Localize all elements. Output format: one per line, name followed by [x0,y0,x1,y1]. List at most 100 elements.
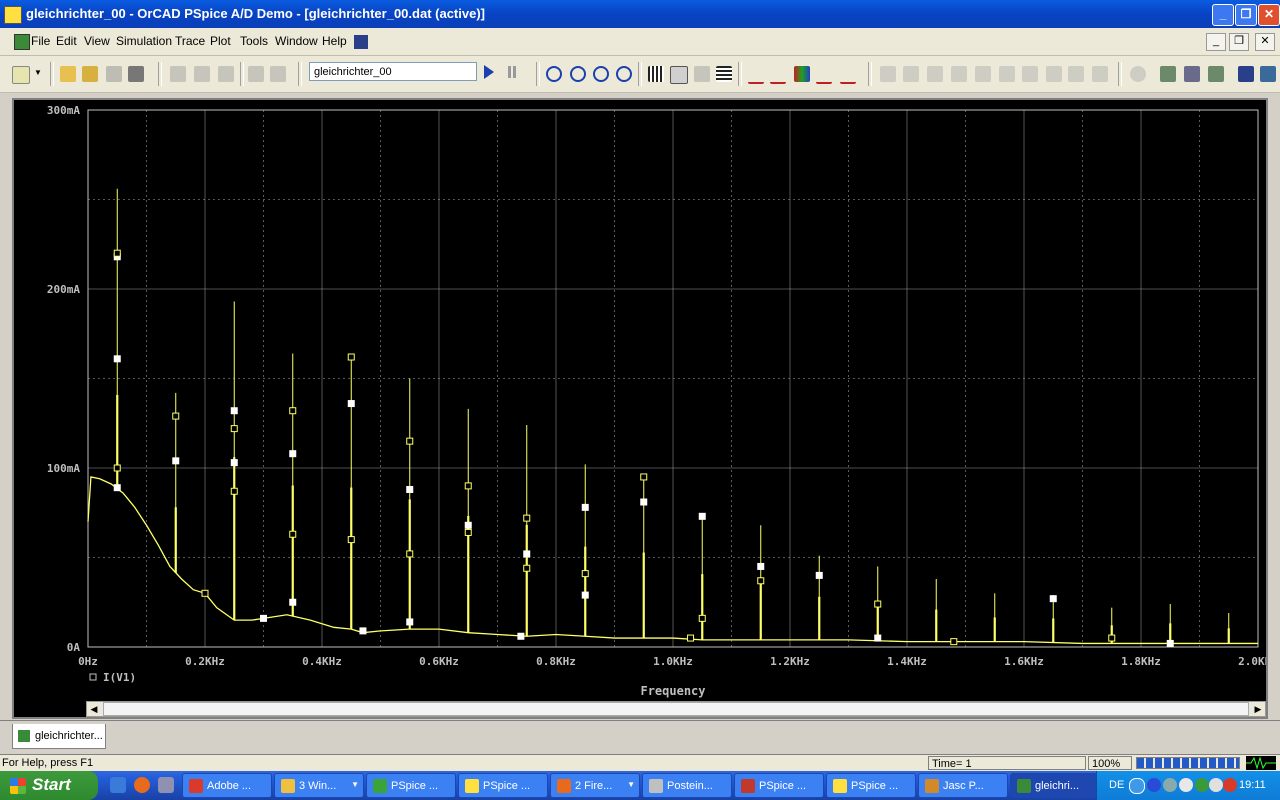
menu-simulation[interactable]: Simulation [116,34,172,48]
show-desktop-icon[interactable] [110,777,126,793]
axis-settings-icon[interactable] [648,66,664,82]
taskbar-button[interactable]: PSpice ... [366,773,456,798]
trace-marker [406,550,414,558]
security-icon[interactable] [1195,778,1209,792]
zoom-fit-icon[interactable] [616,66,632,82]
maximize-button[interactable]: ❐ [1235,4,1257,26]
menu-help[interactable]: Help [322,34,347,48]
fft-icon[interactable] [670,66,688,84]
cursor-peak-icon[interactable] [880,66,896,82]
menu-file[interactable]: File [31,34,50,48]
view-output-icon[interactable] [1260,66,1276,82]
quicklaunch-app-icon[interactable] [158,777,174,793]
taskbar-button[interactable]: 3 Win... ▼ [274,773,364,798]
copy-icon[interactable] [194,66,210,82]
volume-icon[interactable] [1179,778,1193,792]
menu-trace[interactable]: Trace [175,34,205,48]
scroll-left-icon[interactable]: ◀ [87,702,101,716]
pause-icon[interactable] [508,66,511,78]
probe-plot[interactable]: 0A 100mA 200mA 300mA 0Hz 0.2KHz 0.4KHz 0.6KHz 0.… [14,100,1266,700]
menu-bar: File Edit View Simulation Trace Plot Too… [0,28,1280,56]
trace-marker [172,412,180,420]
run-icon[interactable] [484,65,494,79]
marker-current-icon[interactable] [1208,66,1224,82]
cut-icon[interactable] [170,66,186,82]
pspice-icon [465,779,479,793]
mdi-restore-button[interactable]: ❐ [1229,33,1249,51]
redo-icon[interactable] [270,66,286,82]
taskbar-button[interactable]: 2 Fire... ▼ [550,773,640,798]
taskbar-button[interactable]: PSpice ... [826,773,916,798]
tab-gleichrichter[interactable]: gleichrichter... [12,724,106,749]
help-context-icon[interactable] [354,35,368,49]
eval-measurement-icon[interactable] [770,66,786,84]
wifi-icon[interactable] [1209,778,1223,792]
cursor-label-icon[interactable] [1068,66,1084,82]
open-folder-icon[interactable] [82,66,98,82]
taskbar-button[interactable]: gleichri... [1010,773,1100,798]
scroll-right-icon[interactable]: ▶ [1251,702,1265,716]
cursor-trough-icon[interactable] [903,66,919,82]
cursor-point-icon[interactable] [999,66,1015,82]
cursor-min-icon[interactable] [951,66,967,82]
menu-window[interactable]: Window [275,34,318,48]
simulation-settings-icon[interactable] [1238,66,1254,82]
clock[interactable]: 19:11 [1239,779,1266,791]
menu-edit[interactable]: Edit [56,34,77,48]
pspice-app-icon[interactable] [4,6,22,24]
cursor-next-icon[interactable] [1046,66,1062,82]
paste-icon[interactable] [218,66,234,82]
mark-label-icon[interactable] [1092,66,1108,82]
cursor-max-icon[interactable] [975,66,991,82]
new-icon[interactable] [12,66,30,84]
zoom-area-icon[interactable] [593,66,609,82]
save-icon[interactable] [106,66,122,82]
language-indicator[interactable]: DE [1109,779,1124,791]
chevron-down-icon[interactable]: ▼ [34,68,42,77]
horizontal-scrollbar[interactable]: ◀ ▶ [86,701,1266,717]
open-icon[interactable] [60,66,76,82]
cursor-search-icon[interactable] [1022,66,1038,82]
menu-view[interactable]: View [84,34,110,48]
scroll-thumb[interactable] [103,702,1249,716]
trace-marker [464,482,472,490]
document-icon[interactable] [14,34,30,50]
toggle-cursor-icon[interactable] [1130,66,1146,82]
legend-item[interactable]: I(V1) [103,671,136,684]
zoom-in-icon[interactable] [546,66,562,82]
simulation-profile-select[interactable]: gleichrichter_00 [309,62,477,81]
taskbar-button[interactable]: Adobe ... [182,773,272,798]
taskbar-button[interactable]: PSpice ... [734,773,824,798]
trace-marker [698,614,706,622]
taskbar-button[interactable]: Jasc P... [918,773,1008,798]
performance-icon[interactable] [694,66,710,82]
taskbar-button[interactable]: Postein... [642,773,732,798]
toolbar-separator [1118,62,1122,86]
start-button[interactable]: Start [0,771,98,800]
marker-icon[interactable] [816,66,832,84]
close-button[interactable]: ✕ [1258,4,1280,26]
x-tick-label: 1.8KHz [1121,655,1161,668]
network-icon[interactable] [1163,778,1177,792]
zoom-out-icon[interactable] [570,66,586,82]
table-icon[interactable] [716,66,732,82]
mdi-close-button[interactable]: ✕ [1255,33,1275,51]
schematic-icon[interactable] [1160,66,1176,82]
shield-icon[interactable] [1223,778,1237,792]
bluetooth-icon[interactable] [1147,778,1161,792]
tray-back-icon[interactable] [1129,778,1145,794]
add-trace-icon[interactable] [748,66,764,84]
menu-plot[interactable]: Plot [210,34,231,48]
print-icon[interactable] [128,66,144,82]
marker-voltage-icon[interactable] [1184,66,1200,82]
minimize-button[interactable]: _ [1212,4,1234,26]
undo-icon[interactable] [248,66,264,82]
menu-tools[interactable]: Tools [240,34,268,48]
firefox-icon[interactable] [134,777,150,793]
cursor-slope-icon[interactable] [927,66,943,82]
mdi-minimize-button[interactable]: _ [1206,33,1226,51]
cursor-icon[interactable] [840,66,856,84]
taskbar-button[interactable]: PSpice ... [458,773,548,798]
window-title: gleichrichter_00 - OrCAD PSpice A/D Demo… [26,6,485,21]
plot-icon[interactable] [794,66,810,82]
